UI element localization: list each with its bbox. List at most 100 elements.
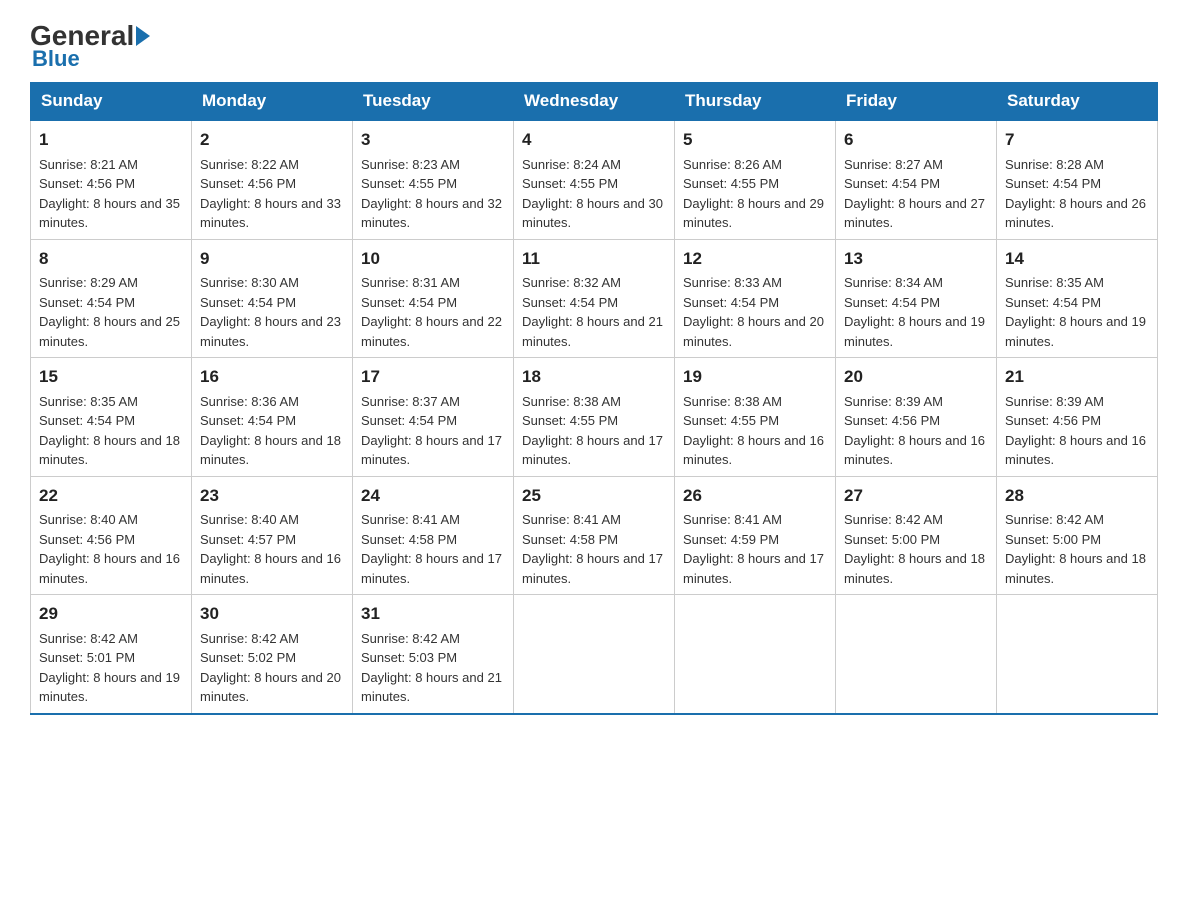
- sunset-info: Sunset: 4:54 PM: [522, 295, 618, 310]
- calendar-cell: 19 Sunrise: 8:38 AM Sunset: 4:55 PM Dayl…: [675, 358, 836, 477]
- sunrise-info: Sunrise: 8:23 AM: [361, 157, 460, 172]
- calendar-cell: 17 Sunrise: 8:37 AM Sunset: 4:54 PM Dayl…: [353, 358, 514, 477]
- sunrise-info: Sunrise: 8:27 AM: [844, 157, 943, 172]
- calendar-cell: 22 Sunrise: 8:40 AM Sunset: 4:56 PM Dayl…: [31, 476, 192, 595]
- calendar-cell: 23 Sunrise: 8:40 AM Sunset: 4:57 PM Dayl…: [192, 476, 353, 595]
- calendar-cell: [514, 595, 675, 714]
- calendar-table: SundayMondayTuesdayWednesdayThursdayFrid…: [30, 82, 1158, 715]
- sunrise-info: Sunrise: 8:41 AM: [683, 512, 782, 527]
- calendar-cell: 5 Sunrise: 8:26 AM Sunset: 4:55 PM Dayli…: [675, 120, 836, 239]
- sunrise-info: Sunrise: 8:32 AM: [522, 275, 621, 290]
- weekday-header-friday: Friday: [836, 83, 997, 121]
- day-number: 17: [361, 364, 505, 390]
- calendar-week-row: 8 Sunrise: 8:29 AM Sunset: 4:54 PM Dayli…: [31, 239, 1158, 358]
- calendar-week-row: 1 Sunrise: 8:21 AM Sunset: 4:56 PM Dayli…: [31, 120, 1158, 239]
- sunset-info: Sunset: 4:56 PM: [39, 176, 135, 191]
- calendar-cell: 12 Sunrise: 8:33 AM Sunset: 4:54 PM Dayl…: [675, 239, 836, 358]
- sunrise-info: Sunrise: 8:33 AM: [683, 275, 782, 290]
- day-number: 2: [200, 127, 344, 153]
- calendar-cell: 1 Sunrise: 8:21 AM Sunset: 4:56 PM Dayli…: [31, 120, 192, 239]
- calendar-cell: 16 Sunrise: 8:36 AM Sunset: 4:54 PM Dayl…: [192, 358, 353, 477]
- calendar-cell: 6 Sunrise: 8:27 AM Sunset: 4:54 PM Dayli…: [836, 120, 997, 239]
- sunset-info: Sunset: 4:54 PM: [200, 295, 296, 310]
- sunrise-info: Sunrise: 8:42 AM: [39, 631, 138, 646]
- sunset-info: Sunset: 4:58 PM: [522, 532, 618, 547]
- sunset-info: Sunset: 4:54 PM: [1005, 295, 1101, 310]
- day-number: 7: [1005, 127, 1149, 153]
- sunrise-info: Sunrise: 8:26 AM: [683, 157, 782, 172]
- sunrise-info: Sunrise: 8:39 AM: [844, 394, 943, 409]
- day-number: 5: [683, 127, 827, 153]
- sunrise-info: Sunrise: 8:24 AM: [522, 157, 621, 172]
- day-number: 22: [39, 483, 183, 509]
- day-number: 16: [200, 364, 344, 390]
- logo: General Blue: [30, 20, 152, 72]
- day-number: 13: [844, 246, 988, 272]
- daylight-info: Daylight: 8 hours and 20 minutes.: [683, 314, 824, 349]
- day-number: 28: [1005, 483, 1149, 509]
- sunset-info: Sunset: 5:01 PM: [39, 650, 135, 665]
- sunrise-info: Sunrise: 8:21 AM: [39, 157, 138, 172]
- weekday-header-tuesday: Tuesday: [353, 83, 514, 121]
- daylight-info: Daylight: 8 hours and 35 minutes.: [39, 196, 180, 231]
- calendar-cell: [675, 595, 836, 714]
- sunset-info: Sunset: 4:58 PM: [361, 532, 457, 547]
- sunset-info: Sunset: 5:00 PM: [1005, 532, 1101, 547]
- sunset-info: Sunset: 5:00 PM: [844, 532, 940, 547]
- weekday-header-wednesday: Wednesday: [514, 83, 675, 121]
- calendar-cell: 30 Sunrise: 8:42 AM Sunset: 5:02 PM Dayl…: [192, 595, 353, 714]
- sunset-info: Sunset: 4:54 PM: [200, 413, 296, 428]
- calendar-cell: 28 Sunrise: 8:42 AM Sunset: 5:00 PM Dayl…: [997, 476, 1158, 595]
- daylight-info: Daylight: 8 hours and 16 minutes.: [39, 551, 180, 586]
- day-number: 31: [361, 601, 505, 627]
- calendar-cell: 8 Sunrise: 8:29 AM Sunset: 4:54 PM Dayli…: [31, 239, 192, 358]
- day-number: 25: [522, 483, 666, 509]
- logo-arrow-icon: [136, 26, 150, 46]
- day-number: 15: [39, 364, 183, 390]
- calendar-cell: 10 Sunrise: 8:31 AM Sunset: 4:54 PM Dayl…: [353, 239, 514, 358]
- daylight-info: Daylight: 8 hours and 16 minutes.: [683, 433, 824, 468]
- sunrise-info: Sunrise: 8:38 AM: [522, 394, 621, 409]
- calendar-cell: 20 Sunrise: 8:39 AM Sunset: 4:56 PM Dayl…: [836, 358, 997, 477]
- daylight-info: Daylight: 8 hours and 20 minutes.: [200, 670, 341, 705]
- day-number: 23: [200, 483, 344, 509]
- calendar-cell: 15 Sunrise: 8:35 AM Sunset: 4:54 PM Dayl…: [31, 358, 192, 477]
- day-number: 10: [361, 246, 505, 272]
- calendar-cell: 9 Sunrise: 8:30 AM Sunset: 4:54 PM Dayli…: [192, 239, 353, 358]
- sunset-info: Sunset: 4:56 PM: [200, 176, 296, 191]
- sunset-info: Sunset: 4:56 PM: [1005, 413, 1101, 428]
- sunrise-info: Sunrise: 8:31 AM: [361, 275, 460, 290]
- day-number: 24: [361, 483, 505, 509]
- weekday-header-saturday: Saturday: [997, 83, 1158, 121]
- day-number: 19: [683, 364, 827, 390]
- weekday-header-monday: Monday: [192, 83, 353, 121]
- sunrise-info: Sunrise: 8:30 AM: [200, 275, 299, 290]
- sunrise-info: Sunrise: 8:42 AM: [361, 631, 460, 646]
- sunrise-info: Sunrise: 8:38 AM: [683, 394, 782, 409]
- sunrise-info: Sunrise: 8:40 AM: [39, 512, 138, 527]
- calendar-cell: 29 Sunrise: 8:42 AM Sunset: 5:01 PM Dayl…: [31, 595, 192, 714]
- daylight-info: Daylight: 8 hours and 17 minutes.: [522, 433, 663, 468]
- daylight-info: Daylight: 8 hours and 26 minutes.: [1005, 196, 1146, 231]
- sunrise-info: Sunrise: 8:29 AM: [39, 275, 138, 290]
- calendar-cell: 3 Sunrise: 8:23 AM Sunset: 4:55 PM Dayli…: [353, 120, 514, 239]
- daylight-info: Daylight: 8 hours and 27 minutes.: [844, 196, 985, 231]
- day-number: 30: [200, 601, 344, 627]
- day-number: 14: [1005, 246, 1149, 272]
- sunrise-info: Sunrise: 8:28 AM: [1005, 157, 1104, 172]
- daylight-info: Daylight: 8 hours and 19 minutes.: [844, 314, 985, 349]
- day-number: 3: [361, 127, 505, 153]
- calendar-cell: 25 Sunrise: 8:41 AM Sunset: 4:58 PM Dayl…: [514, 476, 675, 595]
- day-number: 6: [844, 127, 988, 153]
- sunrise-info: Sunrise: 8:35 AM: [39, 394, 138, 409]
- calendar-week-row: 29 Sunrise: 8:42 AM Sunset: 5:01 PM Dayl…: [31, 595, 1158, 714]
- sunset-info: Sunset: 4:57 PM: [200, 532, 296, 547]
- calendar-cell: [836, 595, 997, 714]
- sunset-info: Sunset: 4:54 PM: [683, 295, 779, 310]
- daylight-info: Daylight: 8 hours and 19 minutes.: [1005, 314, 1146, 349]
- sunrise-info: Sunrise: 8:42 AM: [1005, 512, 1104, 527]
- sunset-info: Sunset: 5:02 PM: [200, 650, 296, 665]
- day-number: 27: [844, 483, 988, 509]
- calendar-cell: 14 Sunrise: 8:35 AM Sunset: 4:54 PM Dayl…: [997, 239, 1158, 358]
- sunrise-info: Sunrise: 8:39 AM: [1005, 394, 1104, 409]
